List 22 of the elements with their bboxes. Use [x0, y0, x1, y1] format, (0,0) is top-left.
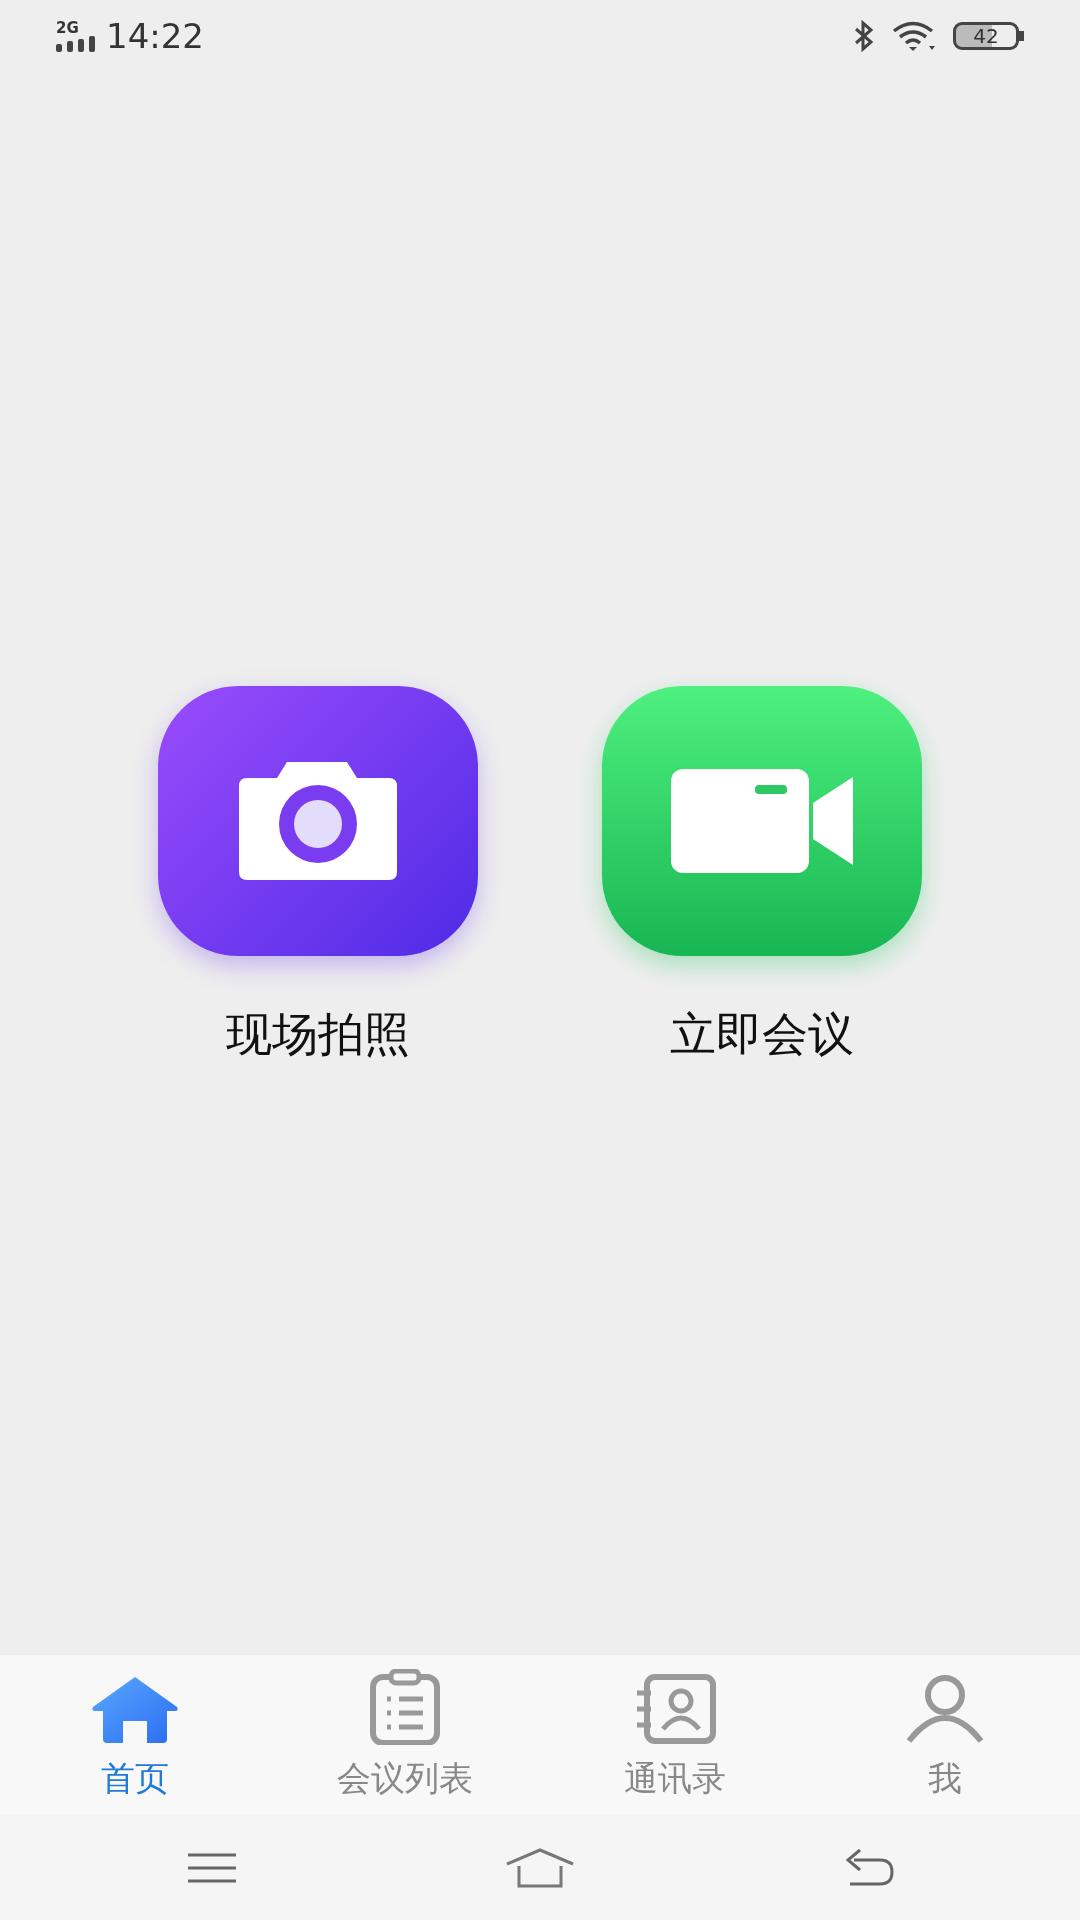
house-icon: [91, 1675, 179, 1745]
camera-icon: [237, 760, 399, 882]
network-type: 2G: [56, 20, 79, 36]
tab[interactable]: 会议列表: [270, 1655, 540, 1815]
signal-icon: [56, 35, 98, 52]
home-icon: [505, 1847, 575, 1888]
bluetooth-icon: [853, 20, 875, 52]
clock: 14:22: [106, 14, 204, 58]
action-label: 现场拍照: [226, 1006, 410, 1063]
video-camera-icon: [671, 769, 853, 873]
tab[interactable]: 通讯录: [540, 1655, 810, 1815]
action-label: 立即会议: [670, 1006, 854, 1063]
battery-level: 42: [953, 22, 1019, 50]
menu-icon: [186, 1851, 238, 1884]
tab[interactable]: 首页: [0, 1655, 270, 1815]
tab[interactable]: 我: [810, 1655, 1080, 1815]
wifi-icon: [891, 20, 937, 52]
camera-app-button[interactable]: [158, 686, 478, 956]
clipboard-list-icon: [369, 1669, 441, 1745]
video-app-button[interactable]: [602, 686, 922, 956]
battery-tip-icon: [1019, 31, 1024, 41]
person-icon: [905, 1673, 985, 1745]
